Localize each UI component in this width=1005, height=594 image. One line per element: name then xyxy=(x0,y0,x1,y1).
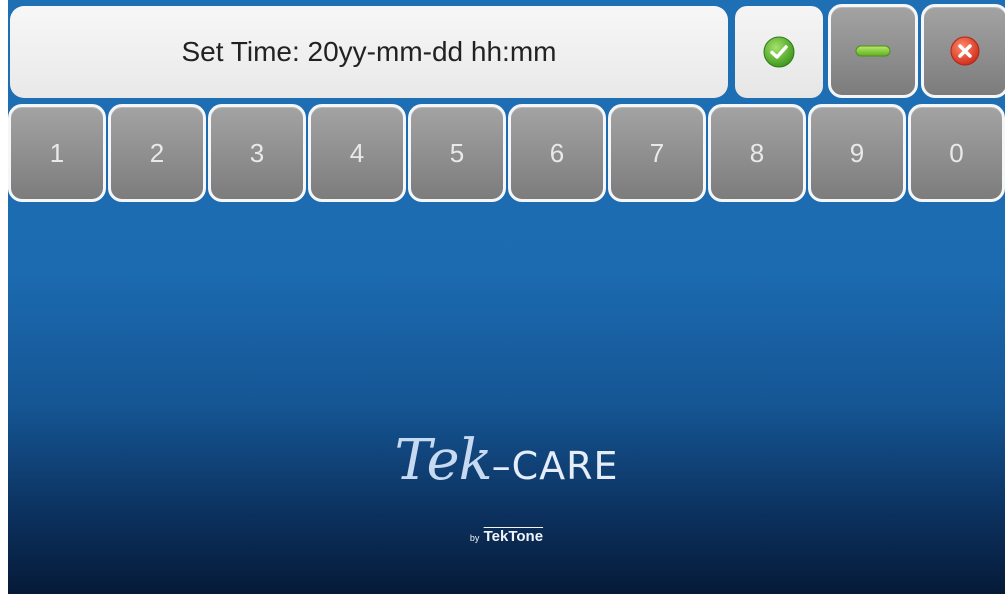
key-7[interactable]: 7 xyxy=(608,104,706,202)
logo-care: CARE xyxy=(511,444,619,488)
logo-brand: TekTone xyxy=(483,528,544,545)
key-5[interactable]: 5 xyxy=(408,104,506,202)
minus-icon xyxy=(855,45,891,57)
logo-dash: – xyxy=(491,444,512,488)
time-display: Set Time: 20yy-mm-dd hh:mm xyxy=(10,6,728,98)
key-6[interactable]: 6 xyxy=(508,104,606,202)
time-display-text: Set Time: 20yy-mm-dd hh:mm xyxy=(181,36,557,67)
key-9[interactable]: 9 xyxy=(808,104,906,202)
key-4[interactable]: 4 xyxy=(308,104,406,202)
logo-tek: Tek xyxy=(394,428,492,493)
close-icon xyxy=(950,36,980,66)
key-3[interactable]: 3 xyxy=(208,104,306,202)
screen: Set Time: 20yy-mm-dd hh:mm 1 2 3 4 5 6 7… xyxy=(8,0,1005,594)
key-0[interactable]: 0 xyxy=(908,104,1005,202)
logo-by: by xyxy=(469,533,480,543)
cancel-button[interactable] xyxy=(921,4,1005,98)
tektone-logo: by TekTone xyxy=(8,528,1005,545)
tekcare-logo: Tek–CARE xyxy=(8,428,1005,493)
key-1[interactable]: 1 xyxy=(8,104,106,202)
backspace-button[interactable] xyxy=(828,4,918,98)
confirm-button[interactable] xyxy=(735,6,823,98)
key-8[interactable]: 8 xyxy=(708,104,806,202)
check-icon xyxy=(763,36,795,68)
key-2[interactable]: 2 xyxy=(108,104,206,202)
